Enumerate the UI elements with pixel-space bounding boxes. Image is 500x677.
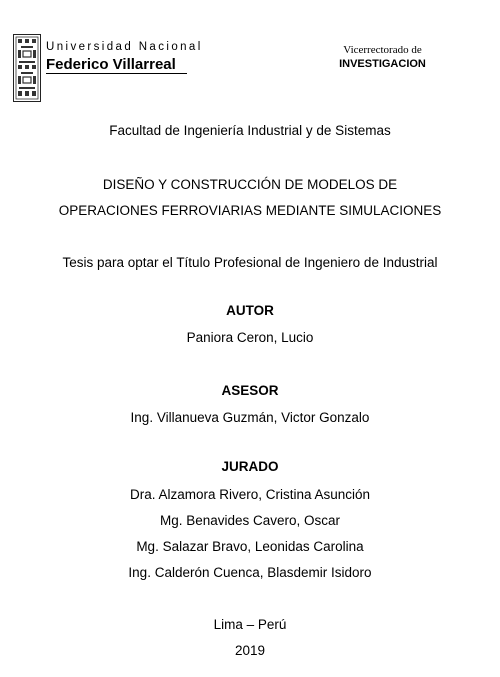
university-name-line2: Federico Villarreal [46,56,176,73]
author-heading: AUTOR [226,303,274,318]
logo-emblem-icon [13,34,41,102]
jury-member: Mg. Benavides Cavero, Oscar [159,513,341,528]
university-name-line1: Universidad Nacional [46,41,203,53]
jury-heading: JURADO [221,459,279,474]
thesis-title-line2: OPERACIONES FERROVIARIAS MEDIANTE SIMULA… [58,203,442,218]
thesis-purpose: Tesis para optar el Título Profesional d… [62,255,438,270]
advisor-name: Ing. Villanueva Guzmán, Victor Gonzalo [130,410,370,425]
vice-rectorate-line1: Vicerrectorado de [343,44,422,56]
year: 2019 [234,643,266,658]
university-logo [13,34,41,102]
author-name: Paniora Ceron, Lucio [186,330,314,345]
header-divider [46,73,187,74]
advisor-heading: ASESOR [221,383,279,398]
jury-member: Mg. Salazar Bravo, Leonidas Carolina [136,539,364,554]
place: Lima – Perú [213,617,287,632]
jury-member: Dra. Alzamora Rivero, Cristina Asunción [129,487,371,502]
faculty-name: Facultad de Ingeniería Industrial y de S… [109,123,391,138]
vice-rectorate-line2: INVESTIGACION [339,58,426,70]
thesis-title-line1: DISEÑO Y CONSTRUCCIÓN DE MODELOS DE [102,177,398,192]
jury-member: Ing. Calderón Cuenca, Blasdemir Isidoro [128,565,372,580]
